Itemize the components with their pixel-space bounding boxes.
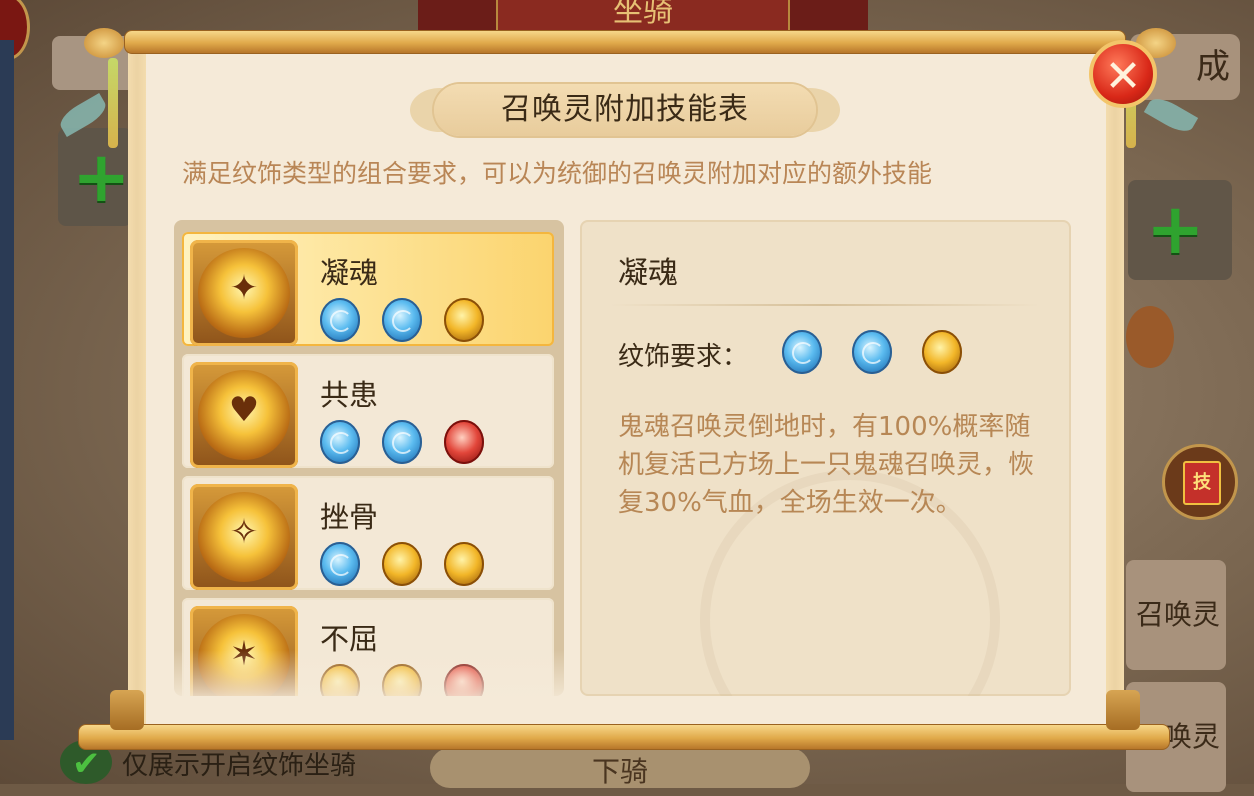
requirement-label: 纹饰要求： <box>618 342 749 372</box>
left-add-slot[interactable]: + <box>58 128 132 226</box>
gold-gem-icon <box>444 542 484 586</box>
skill-icon: ✧ <box>190 484 298 590</box>
blue-gem-icon <box>852 330 892 374</box>
dialog-title: 召唤灵附加技能表 <box>434 84 816 136</box>
skill-list[interactable]: ✦ 凝魂 ♥ 共患 ✧ 挫骨 ✶ 不屈 <box>174 220 564 696</box>
blue-gem-icon <box>382 420 422 464</box>
scroll-side-left <box>128 40 146 732</box>
scroll-knob-left <box>84 28 124 58</box>
skill-detail-panel: 凝魂 纹饰要求： 鬼魂召唤灵倒地时，有100%概率随机复活己方场上一只鬼魂召唤灵… <box>580 220 1071 696</box>
skill-description: 鬼魂召唤灵倒地时，有100%概率随机复活己方场上一只鬼魂召唤灵，恢复30%气血，… <box>618 412 1035 518</box>
red-gem-icon <box>444 420 484 464</box>
scroll-side-right <box>1106 40 1124 732</box>
blue-gem-icon <box>320 542 360 586</box>
skill-book-icon: 技 <box>1183 461 1221 505</box>
detail-divider <box>610 304 1040 306</box>
blue-gem-icon <box>382 298 422 342</box>
tassel-left <box>108 58 118 148</box>
skill-list-item[interactable]: ✦ 凝魂 <box>182 232 554 346</box>
blue-gem-icon <box>320 420 360 464</box>
right-add-slot[interactable]: + <box>1128 180 1232 280</box>
skill-list-item[interactable]: ✧ 挫骨 <box>182 476 554 590</box>
skill-icon: ♥ <box>190 362 298 468</box>
banner-title: 坐骑 <box>496 0 790 32</box>
list-scroll-fade <box>174 650 564 696</box>
blue-gem-icon <box>782 330 822 374</box>
plus-icon: + <box>72 136 131 218</box>
dialog-subtitle: 满足纹饰类型的组合要求，可以为统御的召唤灵附加对应的额外技能 <box>182 159 933 188</box>
checkmark-icon: ✔ <box>72 744 101 784</box>
scroll-post-left <box>110 690 144 730</box>
blue-gem-icon <box>320 298 360 342</box>
close-icon: ✕ <box>1104 51 1142 102</box>
skill-list-item[interactable]: ♥ 共患 <box>182 354 554 468</box>
summon-tab-1[interactable]: 召唤灵 <box>1126 560 1226 670</box>
skill-name: 挫骨 <box>320 500 379 534</box>
gold-gem-icon <box>382 542 422 586</box>
skill-book-button[interactable]: 技 <box>1162 444 1238 520</box>
scroll-post-right <box>1106 690 1140 730</box>
scroll-rod-bottom <box>78 724 1170 750</box>
gold-gem-icon <box>922 330 962 374</box>
skill-name: 凝魂 <box>320 256 379 290</box>
left-edge-strip <box>0 40 14 740</box>
gold-gem-icon <box>444 298 484 342</box>
filter-checkbox-label: 仅展示开启纹饰坐骑 <box>122 751 357 781</box>
skill-icon: ✦ <box>190 240 298 346</box>
skill-name: 共患 <box>320 378 379 412</box>
orange-badge <box>1126 306 1174 368</box>
detail-skill-name: 凝魂 <box>618 256 678 291</box>
scroll-rod-top <box>124 30 1126 54</box>
close-button[interactable]: ✕ <box>1089 40 1157 108</box>
plus-icon: + <box>1146 188 1205 270</box>
dismount-button[interactable]: 下骑 <box>430 748 810 788</box>
